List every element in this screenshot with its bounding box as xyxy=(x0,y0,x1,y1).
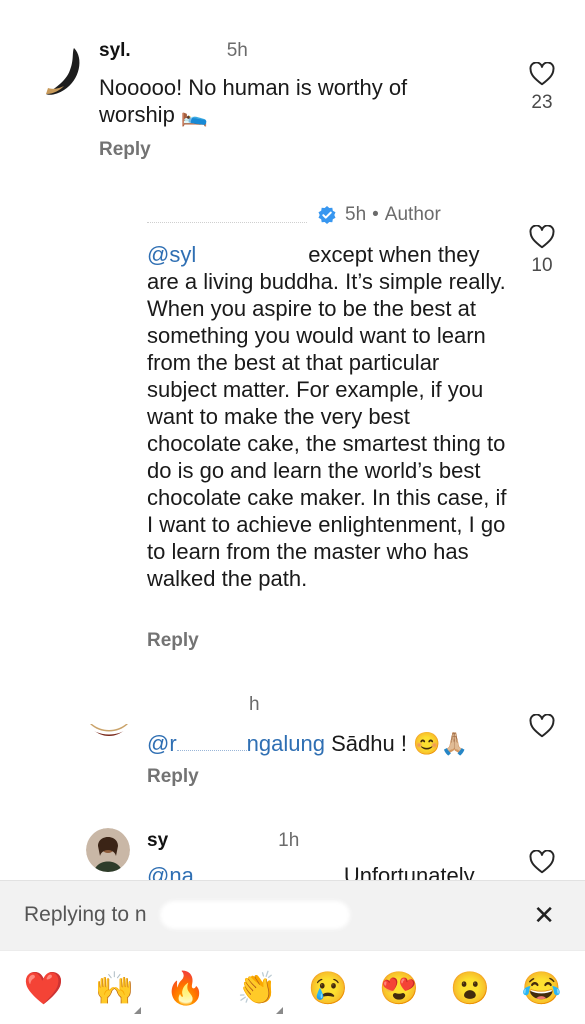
username[interactable]: sy xyxy=(147,830,168,852)
comment-text: @r ngalung Sādhu ! 😊🙏🏼 xyxy=(147,730,507,757)
redacted-username xyxy=(160,901,350,929)
clapping-emoji: 👏 xyxy=(237,969,277,1006)
raised-hands-emoji-button[interactable]: 🙌 xyxy=(89,968,141,1014)
comment-meta: h xyxy=(147,694,260,716)
raised-hands-emoji: 🙌 xyxy=(94,969,135,1006)
timestamp: 5h xyxy=(226,40,248,61)
comment-text: @syl except when they are a living buddha… xyxy=(147,241,507,592)
mention-link[interactable]: @syl xyxy=(147,242,196,267)
fire-emoji-button[interactable]: 🔥 xyxy=(160,968,212,1008)
variant-indicator-icon xyxy=(133,1006,141,1014)
heart-icon xyxy=(529,714,555,738)
crying-emoji-button[interactable]: 😢 xyxy=(302,968,354,1008)
separator: • xyxy=(372,204,379,225)
timestamp: 1h xyxy=(278,830,300,851)
heart-icon xyxy=(529,225,555,249)
comment-text-first: except when they xyxy=(308,242,480,267)
timestamp: h xyxy=(249,694,260,715)
heart-eyes-emoji-button[interactable]: 😍 xyxy=(373,968,425,1008)
heart-icon xyxy=(529,62,555,86)
heart-emoji-button[interactable]: ❤️ xyxy=(18,968,70,1008)
like-count: 23 xyxy=(531,92,553,113)
reply-button[interactable]: Reply xyxy=(147,766,199,788)
comment-text: Nooooo! No human is worthy of worship 🛌 xyxy=(99,75,408,127)
reply-button[interactable]: Reply xyxy=(147,630,199,652)
laughing-emoji-button[interactable]: 😂 xyxy=(515,968,567,1008)
replying-to-bar: Replying to n ✕ xyxy=(0,880,585,950)
comment-meta: syl. 5h xyxy=(99,40,248,62)
comment-text-rest: are a living buddha. It’s simple really.… xyxy=(147,269,507,591)
like-button[interactable] xyxy=(527,850,557,874)
clapping-emoji-button[interactable]: 👏 xyxy=(231,968,283,1014)
emoji-reaction-bar: ❤️ 🙌 🔥 👏 😢 😍 😮 😂 xyxy=(0,950,585,1024)
comment-meta: 5h • Author xyxy=(147,204,441,226)
reply-button[interactable]: Reply xyxy=(99,139,151,161)
comment-text-body: Unfortunately xyxy=(343,863,475,880)
comment-text-body: Sādhu ! 😊🙏🏼 xyxy=(331,731,468,756)
replying-to-label: Replying to n xyxy=(24,903,147,926)
avatar[interactable] xyxy=(44,44,84,100)
mention-link[interactable]: @na xyxy=(147,863,194,880)
username[interactable]: syl. xyxy=(99,40,131,62)
avatar[interactable] xyxy=(86,828,130,872)
like-button[interactable]: 23 xyxy=(527,62,557,114)
close-icon[interactable]: ✕ xyxy=(533,902,555,928)
avatar[interactable] xyxy=(86,690,132,736)
like-count: 10 xyxy=(531,255,553,276)
comment-text: @na Unfortunately xyxy=(147,862,507,880)
surprised-emoji-button[interactable]: 😮 xyxy=(444,968,496,1008)
mention-link-tail[interactable]: ngalung xyxy=(247,731,325,756)
heart-icon xyxy=(529,850,555,874)
timestamp: 5h xyxy=(345,204,367,225)
like-button[interactable]: 10 xyxy=(527,225,557,277)
author-label: Author xyxy=(384,204,441,225)
verified-badge-icon xyxy=(317,205,337,225)
mention-link[interactable]: @r xyxy=(147,731,177,756)
comment-meta: sy 1h xyxy=(147,830,299,852)
like-button[interactable] xyxy=(527,714,557,738)
variant-indicator-icon xyxy=(275,1006,283,1014)
